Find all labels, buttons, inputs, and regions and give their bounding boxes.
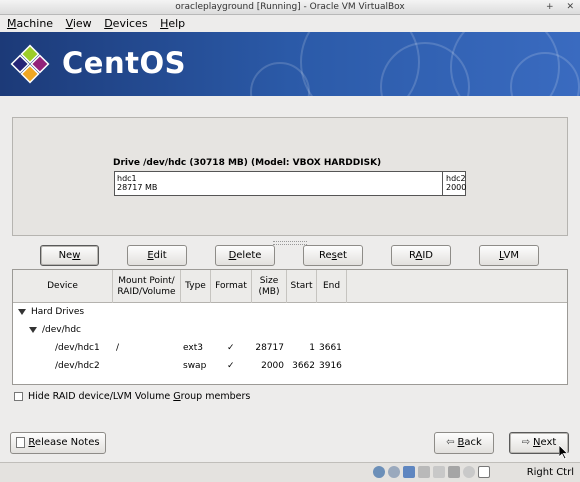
column-mount-point[interactable]: Mount Point/ RAID/Volume (113, 270, 181, 303)
usb-icon[interactable] (418, 466, 430, 478)
host-key-label: Right Ctrl (526, 467, 574, 478)
menubar: Machine View Devices Help (0, 15, 580, 32)
expander-open-icon[interactable] (18, 308, 26, 315)
hide-raid-lvm-option[interactable]: Hide RAID device/LVM Volume Group member… (14, 391, 250, 403)
menu-machine[interactable]: Machine (7, 17, 53, 30)
new-button[interactable]: New (40, 245, 99, 266)
centos-banner: CentOS (0, 32, 580, 96)
pane-resize-handle[interactable] (273, 241, 307, 245)
display-icon[interactable] (448, 466, 460, 478)
shared-folders-icon[interactable] (433, 466, 445, 478)
cell-mount: / (116, 343, 120, 353)
close-button[interactable]: ✕ (566, 2, 574, 12)
mouse-cursor-icon (559, 445, 569, 460)
cell-end: 3916 (319, 361, 342, 371)
delete-button[interactable]: Delete (215, 245, 275, 266)
maximize-button[interactable]: + (546, 2, 554, 12)
menu-view[interactable]: View (66, 17, 92, 30)
drive-panel: Drive /dev/hdc (30718 MB) (Model: VBOX H… (12, 117, 568, 236)
table-row[interactable]: /dev/hdc1 / ext3 ✓ 28717 1 3661 (13, 339, 567, 357)
drive-bar: hdc1 28717 MB hdc2 2000 (114, 171, 466, 196)
expander-open-icon[interactable] (29, 326, 37, 333)
drive-title: Drive /dev/hdc (30718 MB) (Model: VBOX H… (113, 158, 382, 168)
check-icon: ✓ (227, 361, 235, 371)
window-controls: + ✕ (536, 0, 574, 15)
check-icon: ✓ (227, 343, 235, 353)
release-notes-button[interactable]: Release Notes (10, 432, 106, 454)
cell-size: 28717 (255, 343, 284, 353)
cell-size: 2000 (261, 361, 284, 371)
partition-hdc1[interactable]: hdc1 28717 MB (115, 172, 443, 195)
column-start[interactable]: Start (287, 270, 317, 303)
reset-button[interactable]: Reset (303, 245, 363, 266)
hide-raid-lvm-checkbox[interactable] (14, 392, 23, 401)
partition-table: Device Mount Point/ RAID/Volume Type For… (12, 269, 568, 385)
table-row[interactable]: /dev/hdc2 swap ✓ 2000 3662 3916 (13, 357, 567, 375)
cell-start: 3662 (292, 361, 315, 371)
cell-type: swap (183, 361, 207, 371)
menu-devices[interactable]: Devices (104, 17, 147, 30)
cell-device: /dev/hdc1 (55, 343, 100, 353)
column-device[interactable]: Device (13, 270, 113, 303)
tree-row-hard-drives[interactable]: Hard Drives (13, 303, 567, 321)
cell-end: 3661 (319, 343, 342, 353)
column-format[interactable]: Format (211, 270, 252, 303)
arrow-left-icon: ⇦ (446, 437, 455, 448)
window-title: oracleplayground [Running] - Oracle VM V… (175, 2, 405, 12)
centos-logo-icon (10, 44, 50, 84)
mouse-integration-icon[interactable] (463, 466, 475, 478)
centos-logo-text: CentOS (62, 46, 186, 80)
back-button[interactable]: ⇦ Back (434, 432, 494, 454)
arrow-right-icon: ⇨ (521, 437, 531, 448)
cell-device: /dev/hdc2 (55, 361, 100, 371)
raid-button[interactable]: RAID (391, 245, 451, 266)
tree-row-disk[interactable]: /dev/hdc (13, 321, 567, 339)
vm-statusbar: Right Ctrl (0, 462, 580, 482)
device-status-icons (370, 466, 490, 478)
partition-hdc2[interactable]: hdc2 2000 (445, 172, 466, 195)
column-size[interactable]: Size (MB) (252, 270, 287, 303)
host-key-icon (478, 466, 490, 478)
optical-drive-icon[interactable] (388, 466, 400, 478)
table-header: Device Mount Point/ RAID/Volume Type For… (13, 270, 567, 303)
column-end[interactable]: End (317, 270, 347, 303)
notes-icon (16, 436, 26, 448)
lvm-button[interactable]: LVM (479, 245, 539, 266)
cell-type: ext3 (183, 343, 203, 353)
cell-start: 1 (309, 343, 315, 353)
column-type[interactable]: Type (181, 270, 211, 303)
menu-help[interactable]: Help (160, 17, 185, 30)
hard-disk-icon[interactable] (373, 466, 385, 478)
edit-button[interactable]: Edit (127, 245, 187, 266)
window-titlebar: oracleplayground [Running] - Oracle VM V… (0, 0, 580, 15)
network-icon[interactable] (403, 466, 415, 478)
